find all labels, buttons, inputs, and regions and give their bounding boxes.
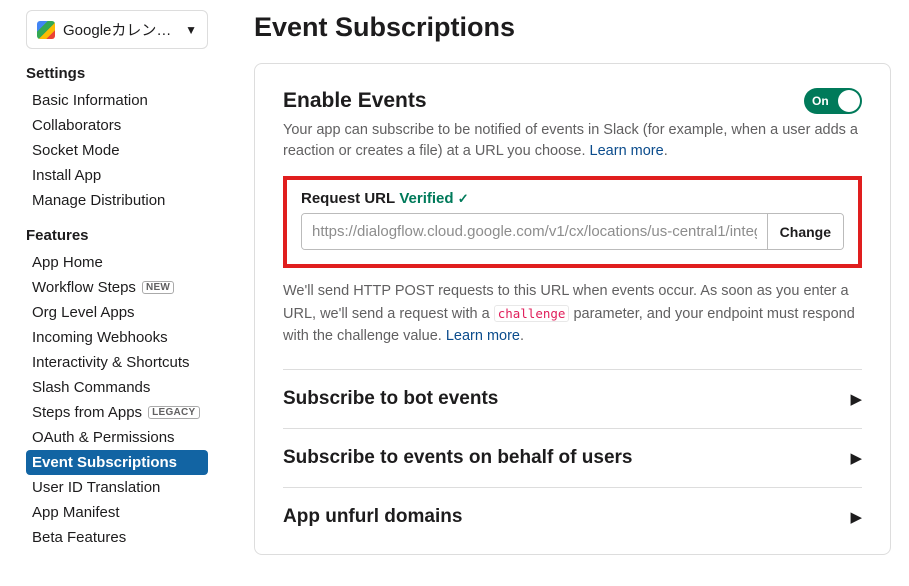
sidebar-item-label: Workflow Steps: [32, 279, 136, 296]
sidebar-item-label: Beta Features: [32, 529, 126, 546]
sidebar-item-label: App Manifest: [32, 504, 120, 521]
sidebar-item[interactable]: User ID Translation: [26, 475, 208, 500]
post-note: We'll send HTTP POST requests to this UR…: [283, 280, 862, 347]
enable-events-description: Your app can subscribe to be notified of…: [283, 120, 862, 162]
checkmark-icon: ✓: [458, 191, 469, 206]
sidebar-item-label: Event Subscriptions: [32, 454, 177, 471]
features-header: Features: [26, 227, 208, 244]
sidebar-item-label: Org Level Apps: [32, 304, 135, 321]
accordion-row[interactable]: App unfurl domains ▶: [283, 488, 862, 546]
toggle-state-label: On: [812, 94, 829, 108]
sidebar-item[interactable]: Incoming Webhooks: [26, 325, 208, 350]
request-url-label: Request URL: [301, 190, 395, 207]
sidebar-item-label: Slash Commands: [32, 379, 150, 396]
challenge-code: challenge: [494, 305, 570, 322]
sidebar-item[interactable]: Slash Commands: [26, 375, 208, 400]
learn-more-link[interactable]: Learn more: [590, 143, 664, 159]
accordion-title: Subscribe to bot events: [283, 388, 498, 410]
enable-events-toggle[interactable]: On: [804, 88, 862, 114]
sidebar-item-label: Interactivity & Shortcuts: [32, 354, 190, 371]
enable-events-title: Enable Events: [283, 89, 427, 113]
caret-right-icon: ▶: [850, 508, 862, 526]
page-title: Event Subscriptions: [254, 12, 891, 43]
sidebar-item[interactable]: Steps from Apps LEGACY: [26, 400, 208, 425]
sidebar-item-label: App Home: [32, 254, 103, 271]
toggle-knob: [838, 90, 860, 112]
badge-new: NEW: [142, 281, 174, 294]
app-selector[interactable]: Googleカレン… ▼: [26, 10, 208, 49]
request-url-section: Request URL Verified ✓ Change: [283, 176, 862, 268]
sidebar-item[interactable]: Interactivity & Shortcuts: [26, 350, 208, 375]
caret-right-icon: ▶: [850, 449, 862, 467]
sidebar-item-label: User ID Translation: [32, 479, 160, 496]
badge-legacy: LEGACY: [148, 406, 199, 419]
sidebar-item[interactable]: Socket Mode: [26, 138, 208, 163]
sidebar-item[interactable]: Event Subscriptions: [26, 450, 208, 475]
chevron-down-icon: ▼: [185, 23, 197, 37]
sidebar-item[interactable]: Manage Distribution: [26, 188, 208, 213]
sidebar-item-label: Steps from Apps: [32, 404, 142, 421]
app-selector-name: Googleカレン…: [63, 19, 177, 40]
settings-header: Settings: [26, 65, 208, 82]
accordion-title: Subscribe to events on behalf of users: [283, 447, 632, 469]
sidebar-item[interactable]: Collaborators: [26, 113, 208, 138]
sidebar-item[interactable]: App Manifest: [26, 500, 208, 525]
request-url-input[interactable]: [302, 214, 767, 249]
request-url-status: Verified: [399, 190, 453, 207]
change-button[interactable]: Change: [767, 214, 843, 249]
accordion-row[interactable]: Subscribe to bot events ▶: [283, 370, 862, 428]
event-subscriptions-card: Enable Events On Your app can subscribe …: [254, 63, 891, 555]
sidebar-item[interactable]: Basic Information: [26, 88, 208, 113]
learn-more-link-2[interactable]: Learn more: [446, 328, 520, 344]
sidebar-item-label: OAuth & Permissions: [32, 429, 175, 446]
sidebar-item[interactable]: Install App: [26, 163, 208, 188]
caret-right-icon: ▶: [850, 390, 862, 408]
sidebar-item[interactable]: Workflow Steps NEW: [26, 275, 208, 300]
sidebar-item[interactable]: OAuth & Permissions: [26, 425, 208, 450]
sidebar-item[interactable]: Org Level Apps: [26, 300, 208, 325]
accordion-title: App unfurl domains: [283, 506, 462, 528]
accordion-row[interactable]: Subscribe to events on behalf of users ▶: [283, 429, 862, 487]
sidebar-item[interactable]: Beta Features: [26, 525, 208, 550]
sidebar-item[interactable]: App Home: [26, 250, 208, 275]
app-icon: [37, 21, 55, 39]
sidebar-item-label: Incoming Webhooks: [32, 329, 168, 346]
